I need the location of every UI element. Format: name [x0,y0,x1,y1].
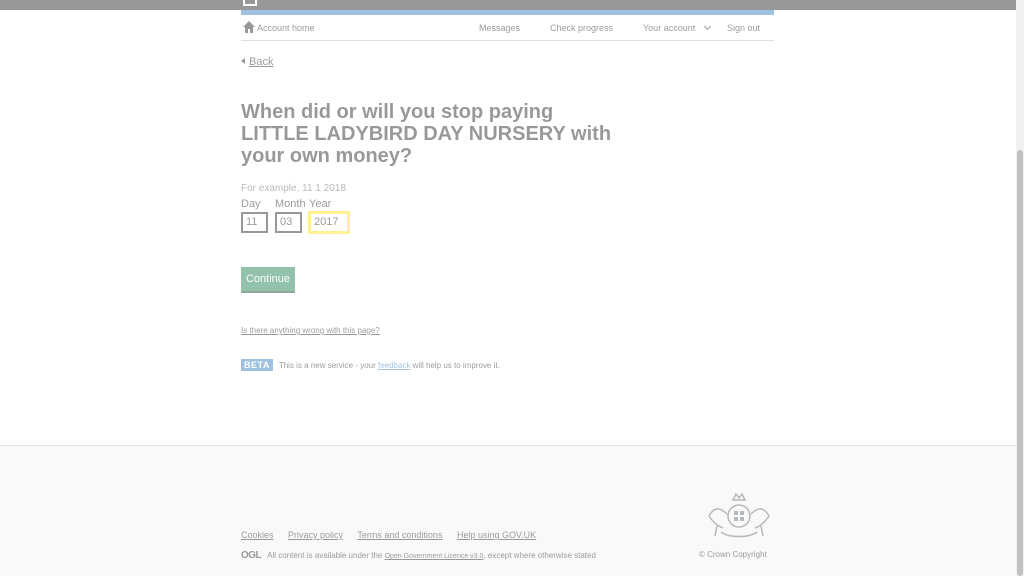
day-input[interactable]: 11 [241,212,268,233]
date-day: Day 11 [241,198,268,233]
page-scrollbar[interactable] [1016,0,1024,576]
year-input[interactable]: 2017 [309,212,349,233]
month-label: Month [275,198,306,210]
home-icon [243,21,255,33]
footer-links: Cookies Privacy policy Terms and conditi… [241,530,548,540]
account-nav: Account home Messages Check progress You… [241,15,774,41]
crown-copyright-link[interactable]: © Crown Copyright [699,550,767,559]
date-year: Year 2017 [309,198,349,233]
beta-text-after: will help us to improve it. [410,361,500,370]
logo-icon [243,0,257,6]
licence-text-before: All content is available under the [267,551,385,560]
nav-sign-out[interactable]: Sign out [727,23,760,33]
back-link[interactable]: Back [241,56,273,68]
page: Account home Messages Check progress You… [0,0,1016,576]
back-arrow-icon [241,58,245,64]
back-link-label: Back [249,56,274,68]
beta-tag: BETA [241,359,273,371]
date-month: Month 03 [275,198,306,233]
scrollbar-thumb[interactable] [1017,150,1023,576]
month-input[interactable]: 03 [275,212,302,233]
site-header [0,0,1016,10]
footer-link-help[interactable]: Help using GOV.UK [457,530,536,540]
day-label: Day [241,198,261,210]
royal-crest-icon [708,492,770,538]
nav-messages[interactable]: Messages [479,23,520,33]
nav-your-account[interactable]: Your account [643,22,712,33]
report-problem-link[interactable]: Is there anything wrong with this page? [241,326,380,335]
site-footer: Cookies Privacy policy Terms and conditi… [0,445,1016,576]
phase-banner: BETA This is a new service - your feedbac… [241,359,500,371]
nav-your-account-label: Your account [643,23,696,33]
footer-link-cookies[interactable]: Cookies [241,530,274,540]
licence-link[interactable]: Open Government Licence v3.0 [385,553,484,560]
footer-link-privacy[interactable]: Privacy policy [288,530,343,540]
ogl-logo: OGL [241,550,262,561]
continue-button[interactable]: Continue [241,267,295,291]
feedback-link[interactable]: feedback [378,361,410,370]
nav-check-progress[interactable]: Check progress [550,23,613,33]
date-hint: For example, 11 1 2018 [241,183,346,194]
beta-text-before: This is a new service - your [278,361,378,370]
footer-link-terms[interactable]: Terms and conditions [357,530,442,540]
year-label: Year [309,198,332,210]
page-title: When did or will you stop paying LITTLE … [241,101,612,167]
chevron-down-icon [704,22,712,31]
nav-account-home[interactable]: Account home [257,23,315,33]
footer-licence: OGL All content is available under the Op… [241,550,596,561]
licence-text-after: , except where otherwise stated [483,551,596,560]
